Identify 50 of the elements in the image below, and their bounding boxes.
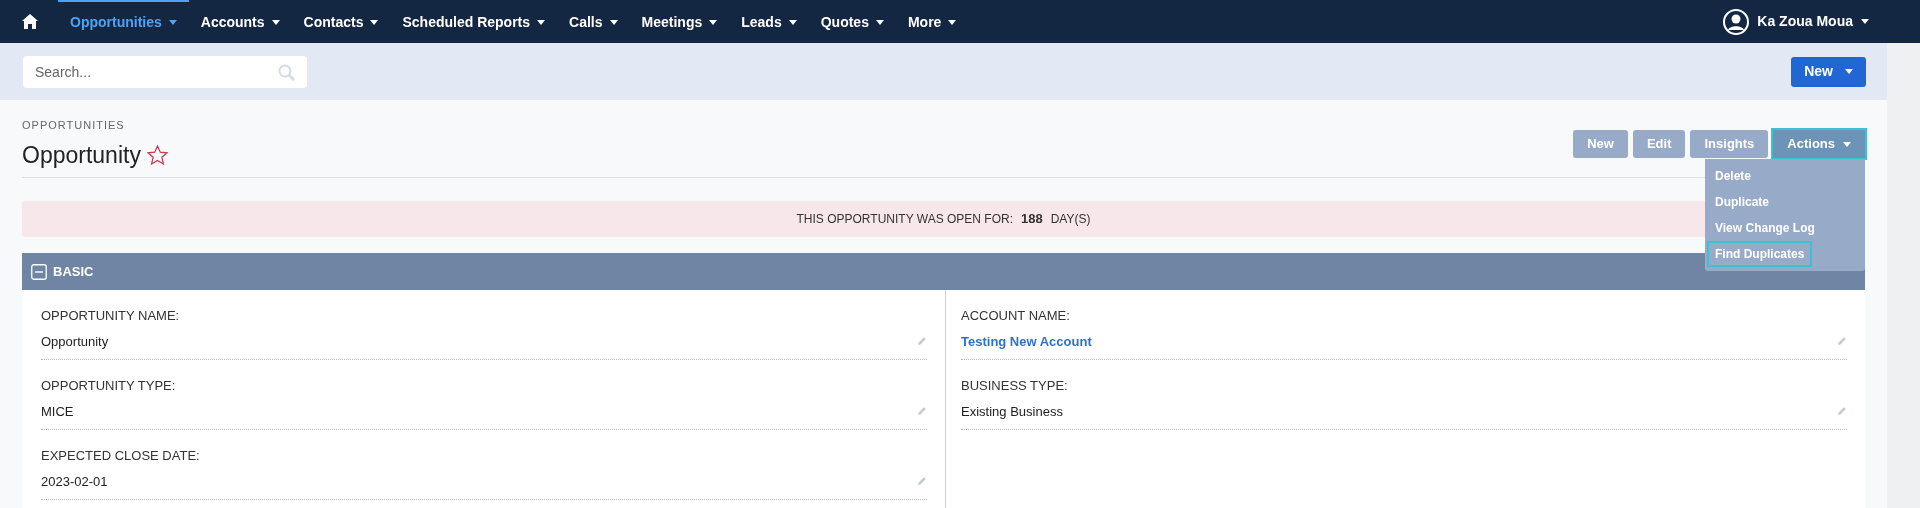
caret-icon (609, 20, 618, 25)
field-label: OPPORTUNITY NAME: (41, 307, 181, 325)
field-label: ACCOUNT NAME: (961, 307, 1071, 325)
caret-icon (1843, 141, 1851, 147)
banner-unit: DAY(S) (1050, 211, 1091, 228)
caret-icon (271, 20, 280, 25)
star-icon[interactable] (146, 144, 168, 165)
nav-tab[interactable]: Accounts (188, 0, 292, 43)
nav-tab[interactable]: More (895, 0, 969, 43)
actions-button[interactable]: Actions (1773, 130, 1865, 158)
field-label: OPPORTUNITY TYPE: (41, 377, 177, 395)
caret-icon (537, 20, 546, 25)
caret-icon (875, 20, 884, 25)
user-menu[interactable]: Ka Zoua Moua (1723, 8, 1869, 35)
nav-tab[interactable]: Calls (557, 0, 630, 43)
banner-days: 188 (1021, 209, 1043, 229)
breadcrumb: OPPORTUNITIES (22, 118, 126, 133)
pencil-icon[interactable] (917, 406, 927, 417)
pencil-icon[interactable] (1837, 406, 1847, 417)
caret-icon (788, 20, 797, 25)
nav-tab[interactable]: Meetings (629, 0, 730, 43)
caret-icon (1861, 19, 1869, 24)
pencil-icon[interactable] (1837, 336, 1847, 347)
field-value: MICE (41, 402, 74, 421)
user-icon (1723, 8, 1750, 35)
new-button[interactable]: New (1791, 56, 1866, 87)
nav-tab[interactable]: Leads (729, 0, 809, 43)
nav-tab[interactable]: Scheduled Reports (390, 0, 558, 43)
home-icon[interactable] (22, 14, 38, 29)
field-value: 2023-02-01 (41, 472, 108, 491)
page-title: Opportunity (22, 140, 141, 170)
nav-tab[interactable]: Quotes (808, 0, 896, 43)
field-label: EXPECTED CLOSE DATE: (41, 447, 201, 465)
caret-icon (168, 20, 177, 25)
pencil-icon[interactable] (917, 476, 927, 487)
caret-icon (709, 20, 718, 25)
field-link[interactable]: Testing New Account (961, 331, 1092, 351)
search-field[interactable]: Search... (23, 55, 307, 88)
caret-icon (370, 20, 379, 25)
collapse-icon[interactable] (31, 263, 47, 280)
pencil-icon[interactable] (917, 336, 927, 347)
caret-icon (1845, 69, 1853, 74)
search-icon (278, 63, 295, 81)
banner-text: THIS OPPORTUNITY WAS OPEN FOR: (796, 211, 1013, 228)
nav-tab[interactable]: Contacts (291, 0, 391, 43)
field-value: Existing Business (961, 402, 1063, 421)
caret-icon (948, 20, 957, 25)
field-label: BUSINESS TYPE: (961, 377, 1069, 395)
panel-title: BASIC (53, 262, 94, 281)
field-value: Opportunity (41, 332, 109, 351)
